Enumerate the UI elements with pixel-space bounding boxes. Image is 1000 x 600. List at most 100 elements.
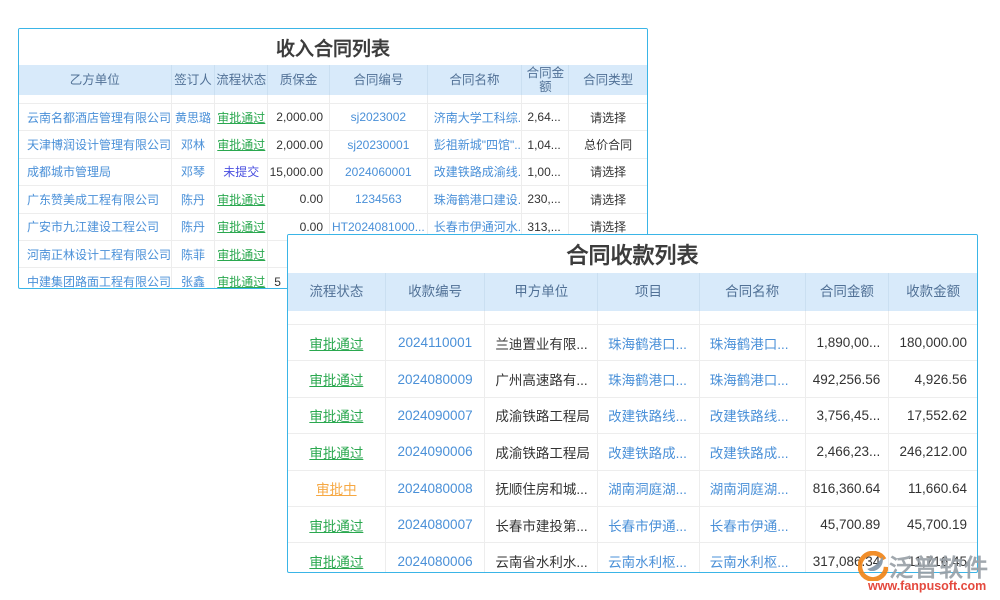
contract-amount-value: 3,756,45... — [806, 398, 890, 433]
contract-amount-value: 2,466,23... — [806, 434, 890, 469]
status-link[interactable]: 审批通过 — [215, 131, 268, 157]
receipt-no-link[interactable]: 2024110001 — [386, 325, 486, 360]
contract-name-link[interactable]: 湖南洞庭湖... — [700, 471, 806, 506]
deposit-value: 15,000.00 — [268, 159, 330, 185]
status-link[interactable]: 审批通过 — [288, 361, 386, 396]
project-link[interactable]: 湖南洞庭湖... — [598, 471, 700, 506]
receipt-amount-value: 246,212.00 — [889, 434, 977, 469]
column-header: 质保金 — [268, 65, 330, 95]
contract-no-link[interactable]: 2024060001 — [330, 159, 428, 185]
project-link[interactable]: 长春市伊通... — [598, 507, 700, 542]
gap-cell — [330, 95, 428, 103]
company-link[interactable]: 中建集团路面工程有限公司 — [19, 268, 172, 289]
contract-type-select[interactable]: 请选择 — [569, 159, 647, 185]
project-link[interactable]: 云南水利枢... — [598, 543, 700, 573]
contract-no-link[interactable]: sj2023002 — [330, 104, 428, 130]
signer-link[interactable]: 邓林 — [172, 131, 216, 157]
status-link[interactable]: 审批通过 — [288, 325, 386, 360]
receipt-no-link[interactable]: 2024090007 — [386, 398, 486, 433]
receipt-no-link[interactable]: 2024080006 — [386, 543, 486, 573]
window-title: 收入合同列表 — [276, 34, 390, 61]
status-link[interactable]: 审批通过 — [215, 186, 268, 212]
contract-amount-value: 45,700.89 — [806, 507, 890, 542]
table-row: 广东赞美成工程有限公司陈丹审批通过0.001234563珠海鹤港口建设...23… — [19, 185, 647, 212]
signer-link[interactable]: 邓琴 — [172, 159, 216, 185]
signer-link[interactable]: 陈菲 — [172, 241, 216, 267]
table-row: 云南名都酒店管理有限公司黄思璐审批通过2,000.00sj2023002济南大学… — [19, 103, 647, 130]
signer-link[interactable]: 黄思璐 — [172, 104, 216, 130]
contract-receipt-list-window: 合同收款列表 流程状态收款编号甲方单位项目合同名称合同金额收款金额 审批通过20… — [287, 234, 978, 573]
gap-cell — [268, 95, 330, 103]
contract-type-select[interactable]: 总价合同 — [569, 131, 647, 157]
contract-name-link[interactable]: 改建铁路成渝线... — [428, 159, 523, 185]
fanpu-logo-icon — [858, 551, 888, 581]
company-link[interactable]: 成都城市管理局 — [19, 159, 172, 185]
status-link[interactable]: 审批通过 — [288, 398, 386, 433]
project-link[interactable]: 珠海鹤港口... — [598, 325, 700, 360]
status-link[interactable]: 审批通过 — [215, 214, 268, 240]
status-link[interactable]: 未提交 — [215, 159, 268, 185]
column-header: 签订人 — [172, 65, 216, 95]
party-a-value: 云南省水利水... — [485, 543, 598, 573]
status-link[interactable]: 审批中 — [288, 471, 386, 506]
gap-cell — [386, 311, 486, 324]
status-link[interactable]: 审批通过 — [215, 104, 268, 130]
contract-name-link[interactable]: 济南大学工科综... — [428, 104, 523, 130]
contract-name-link[interactable]: 云南水利枢... — [700, 543, 806, 573]
scroll-gap-row — [19, 95, 647, 103]
contract-name-link[interactable]: 珠海鹤港口... — [700, 361, 806, 396]
signer-link[interactable]: 陈丹 — [172, 186, 216, 212]
brand-name: 泛普软件 — [889, 548, 989, 583]
contract-name-link[interactable]: 改建铁路线... — [700, 398, 806, 433]
party-a-value: 成渝铁路工程局 — [485, 398, 598, 433]
window-title-bar: 合同收款列表 — [288, 235, 977, 273]
status-link[interactable]: 审批通过 — [288, 434, 386, 469]
contract-no-link[interactable]: 1234563 — [330, 186, 428, 212]
company-link[interactable]: 河南正林设计工程有限公司 — [19, 241, 172, 267]
contract-type-select[interactable]: 请选择 — [569, 104, 647, 130]
receipt-amount-value: 4,926.56 — [889, 361, 977, 396]
contract-no-link[interactable]: sj20230001 — [330, 131, 428, 157]
company-link[interactable]: 云南名都酒店管理有限公司 — [19, 104, 172, 130]
party-a-value: 长春市建投第... — [485, 507, 598, 542]
contract-name-link[interactable]: 彭祖新城"四馆"... — [428, 131, 523, 157]
contract-type-select[interactable]: 请选择 — [569, 186, 647, 212]
status-link[interactable]: 审批通过 — [288, 543, 386, 573]
brand-url: www.fanpusoft.com — [858, 579, 989, 593]
signer-link[interactable]: 张鑫 — [172, 268, 216, 289]
project-link[interactable]: 改建铁路线... — [598, 398, 700, 433]
receipt-no-link[interactable]: 2024080007 — [386, 507, 486, 542]
contract-name-link[interactable]: 改建铁路成... — [700, 434, 806, 469]
receipt-amount-value: 45,700.19 — [889, 507, 977, 542]
column-header: 合同金额 — [806, 273, 890, 311]
contract-amount-value: 492,256.56 — [806, 361, 890, 396]
receipt-no-link[interactable]: 2024090006 — [386, 434, 486, 469]
project-link[interactable]: 珠海鹤港口... — [598, 361, 700, 396]
project-link[interactable]: 改建铁路成... — [598, 434, 700, 469]
status-link[interactable]: 审批通过 — [215, 268, 268, 289]
desktop-stage: 收入合同列表 乙方单位签订人流程状态质保金合同编号合同名称合同金额合同类型 云南… — [0, 0, 1000, 600]
amount-value: 230,... — [522, 186, 569, 212]
table-row: 审批通过2024080009广州高速路有...珠海鹤港口...珠海鹤港口...4… — [288, 360, 977, 396]
table-row: 成都城市管理局邓琴未提交15,000.002024060001改建铁路成渝线..… — [19, 158, 647, 185]
receipt-amount-value: 180,000.00 — [889, 325, 977, 360]
column-header: 甲方单位 — [485, 273, 598, 311]
contract-name-link[interactable]: 珠海鹤港口... — [700, 325, 806, 360]
gap-cell — [700, 311, 806, 324]
contract-name-link[interactable]: 珠海鹤港口建设... — [428, 186, 523, 212]
gap-cell — [522, 95, 569, 103]
company-link[interactable]: 天津博润设计管理有限公司 — [19, 131, 172, 157]
signer-link[interactable]: 陈丹 — [172, 214, 216, 240]
company-link[interactable]: 广安市九江建设工程公司 — [19, 214, 172, 240]
receipt-no-link[interactable]: 2024080008 — [386, 471, 486, 506]
column-header: 乙方单位 — [19, 65, 172, 95]
contract-amount-value: 816,360.64 — [806, 471, 890, 506]
deposit-value: 2,000.00 — [268, 104, 330, 130]
contract-name-link[interactable]: 长春市伊通... — [700, 507, 806, 542]
table-body: 审批通过2024110001兰迪置业有限...珠海鹤港口...珠海鹤港口...1… — [288, 324, 977, 573]
column-header: 收款编号 — [386, 273, 486, 311]
status-link[interactable]: 审批通过 — [215, 241, 268, 267]
receipt-no-link[interactable]: 2024080009 — [386, 361, 486, 396]
company-link[interactable]: 广东赞美成工程有限公司 — [19, 186, 172, 212]
status-link[interactable]: 审批通过 — [288, 507, 386, 542]
